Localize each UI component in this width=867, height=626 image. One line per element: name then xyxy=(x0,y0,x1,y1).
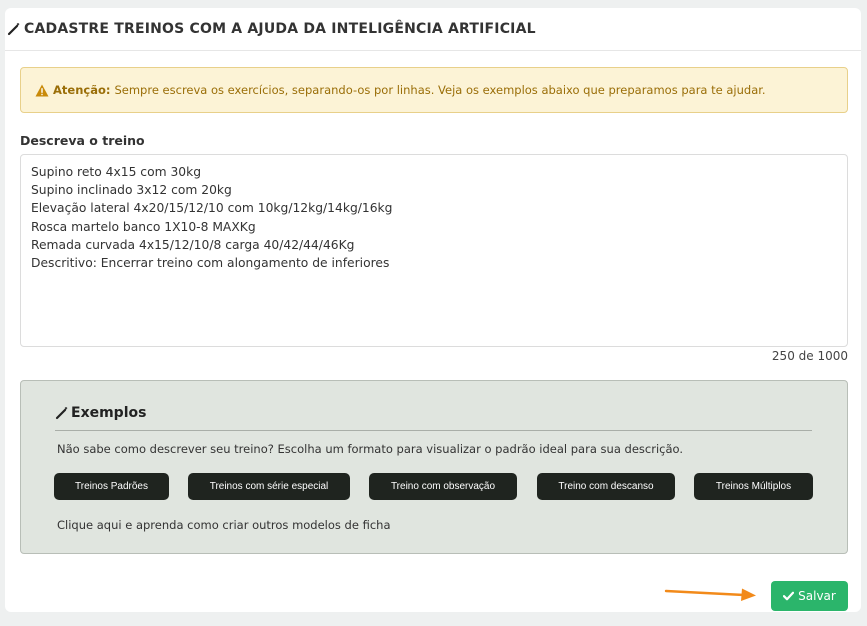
save-button-label: Salvar xyxy=(798,589,836,603)
character-counter: 250 de 1000 xyxy=(771,349,848,363)
example-button-multiple[interactable]: Treinos Múltiplos xyxy=(694,473,813,500)
alert-strong: Atenção: xyxy=(53,83,111,97)
examples-title: Exemplos xyxy=(71,405,147,421)
examples-divider xyxy=(55,430,812,431)
example-button-standard[interactable]: Treinos Padrões xyxy=(54,473,169,500)
example-button-special-series[interactable]: Treinos com série especial xyxy=(188,473,350,500)
warning-icon xyxy=(35,84,49,96)
alert-text: Sempre escreva os exercícios, separando-… xyxy=(114,83,766,97)
examples-panel: Exemplos Não sabe como descrever seu tre… xyxy=(20,380,848,554)
page-title: CADASTRE TREINOS COM A AJUDA DA INTELIGÊ… xyxy=(24,21,536,37)
example-buttons: Treinos Padrões Treinos com série especi… xyxy=(21,473,847,501)
examples-description: Não sabe como descrever seu treino? Esco… xyxy=(57,442,683,456)
learn-more-link[interactable]: Clique aqui e aprenda como criar outros … xyxy=(57,518,391,532)
workout-description-input[interactable]: Supino reto 4x15 com 30kg Supino inclina… xyxy=(20,154,848,347)
ai-workout-modal: CADASTRE TREINOS COM A AJUDA DA INTELIGÊ… xyxy=(5,8,861,612)
example-button-rest[interactable]: Treino com descanso xyxy=(537,473,675,500)
example-button-observation[interactable]: Treino com observação xyxy=(369,473,517,500)
magic-wand-icon xyxy=(55,407,68,420)
attention-alert: Atenção: Sempre escreva os exercícios, s… xyxy=(20,67,848,113)
magic-wand-icon xyxy=(7,23,20,36)
arrow-pointer-icon xyxy=(664,588,756,601)
workout-description-label: Descreva o treino xyxy=(20,133,145,148)
check-icon xyxy=(783,591,795,601)
examples-heading: Exemplos xyxy=(55,405,146,421)
save-button[interactable]: Salvar xyxy=(771,581,848,611)
modal-header: CADASTRE TREINOS COM A AJUDA DA INTELIGÊ… xyxy=(5,8,861,51)
